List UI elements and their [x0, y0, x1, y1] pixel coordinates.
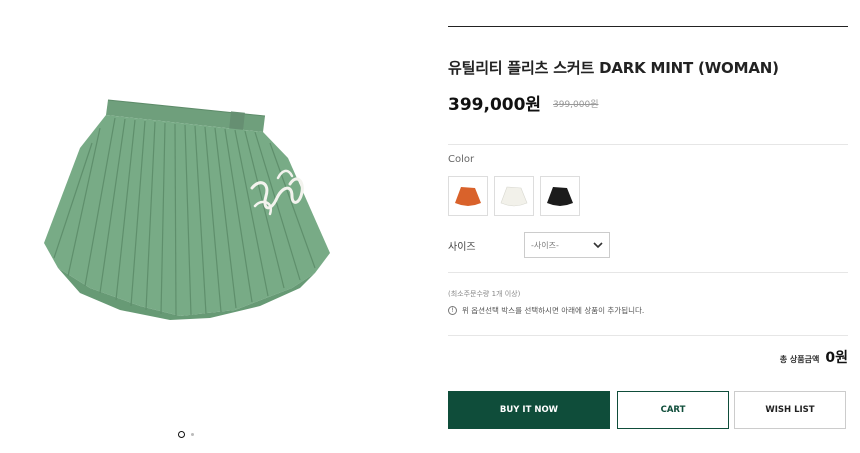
total-price: 총 상품금액 0원 — [780, 347, 848, 367]
divider — [448, 335, 848, 336]
cart-button[interactable]: CART — [617, 391, 729, 429]
skirt-thumbnail-icon — [455, 187, 481, 206]
divider — [448, 272, 848, 273]
color-swatches — [448, 176, 580, 216]
product-gallery — [0, 0, 400, 453]
min-order-note: (최소주문수량 1개 이상) — [448, 290, 521, 298]
slide-dot-active[interactable] — [178, 431, 185, 438]
skirt-thumbnail-icon — [547, 187, 573, 206]
color-label: Color — [448, 154, 475, 165]
size-select[interactable]: -사이즈- — [524, 232, 610, 258]
slide-dot[interactable] — [191, 433, 194, 436]
chevron-down-icon — [593, 242, 603, 249]
product-image — [44, 99, 330, 320]
size-select-value: -사이즈- — [531, 240, 559, 250]
color-swatch-white[interactable] — [494, 176, 534, 216]
color-swatch-orange[interactable] — [448, 176, 488, 216]
divider — [448, 144, 848, 145]
color-swatch-black[interactable] — [540, 176, 580, 216]
slide-indicator — [178, 431, 194, 438]
option-notice: ! 위 옵션선택 박스를 선택하시면 아래에 상품이 추가됩니다. — [448, 305, 644, 316]
total-value: 0원 — [825, 350, 848, 366]
product-title: 유틸리티 플리츠 스커트 DARK MINT (WOMAN) — [448, 59, 779, 77]
product-price: 399,000원 — [448, 95, 542, 115]
buy-now-button[interactable]: BUY IT NOW — [448, 391, 610, 429]
wish-list-button[interactable]: WISH LIST — [734, 391, 846, 429]
notice-text: 위 옵션선택 박스를 선택하시면 아래에 상품이 추가됩니다. — [462, 306, 645, 315]
original-price: 399,000원 — [553, 100, 599, 110]
total-label: 총 상품금액 — [779, 355, 820, 364]
size-label: 사이즈 — [448, 242, 476, 253]
top-divider — [448, 26, 848, 27]
skirt-thumbnail-icon — [500, 186, 528, 207]
info-icon: ! — [448, 306, 457, 315]
